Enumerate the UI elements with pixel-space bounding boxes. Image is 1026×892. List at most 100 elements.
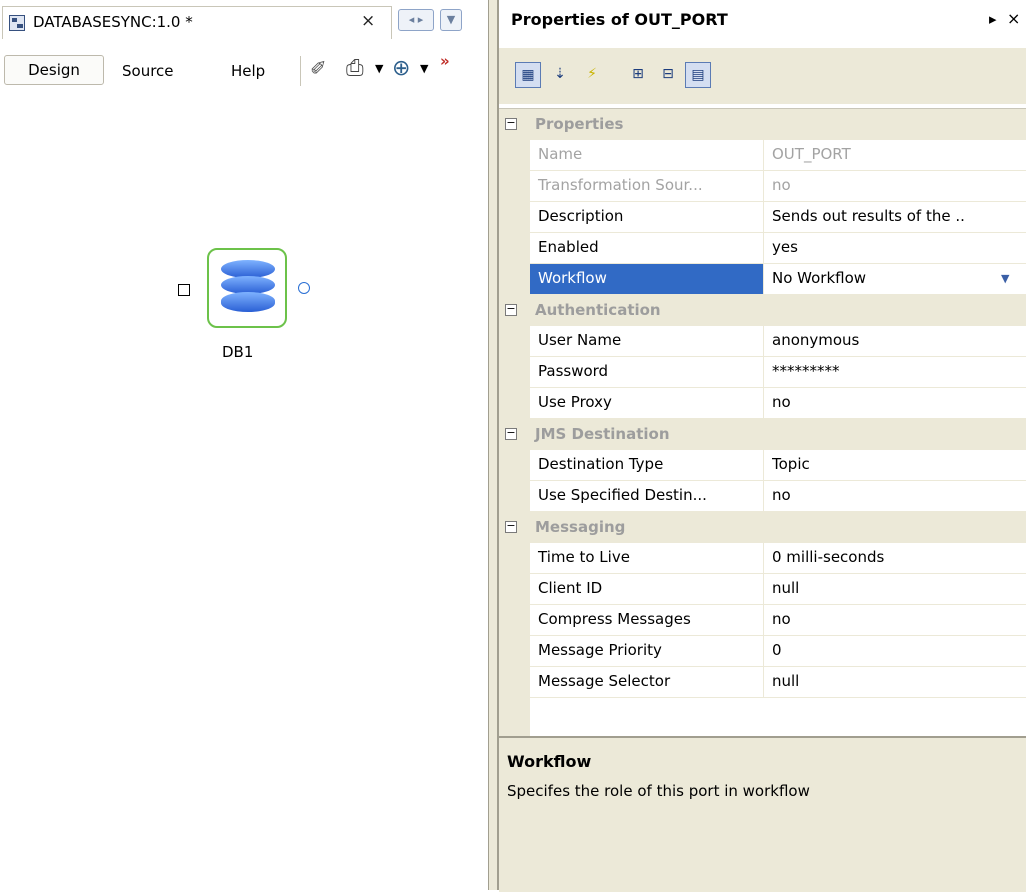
property-row[interactable]: Enabled yes xyxy=(499,233,1026,264)
property-row[interactable]: User Name anonymous xyxy=(499,326,1026,357)
help-tab[interactable]: Help xyxy=(231,62,265,80)
property-name: Client ID xyxy=(538,579,603,597)
property-row[interactable]: Use Specified Destin... no xyxy=(499,481,1026,512)
print-icon[interactable]: ⎙ xyxy=(346,56,364,81)
collapse-all-icon[interactable]: ⊟ xyxy=(655,62,681,88)
editor-pane: DATABASESYNC:1.0 * × ◂ ▸ ▼ Design Source… xyxy=(0,0,488,890)
pencil-icon[interactable]: ✐ xyxy=(310,56,327,80)
property-row[interactable]: Compress Messages no xyxy=(499,605,1026,636)
tab-scroll-arrows[interactable]: ◂ ▸ xyxy=(398,9,434,31)
zoom-in-icon[interactable]: ⊕ xyxy=(392,56,410,81)
expand-all-icon[interactable]: ⊞ xyxy=(625,62,651,88)
properties-toolbar: ▦ ⇣ ⚡ ⊞ ⊟ ▤ xyxy=(499,48,1026,104)
property-value: OUT_PORT xyxy=(772,145,851,163)
category-label: Properties xyxy=(535,115,624,133)
chevron-down-icon[interactable]: ▼ xyxy=(1001,272,1019,288)
category-label: Messaging xyxy=(535,518,626,536)
collapse-icon[interactable]: − xyxy=(505,427,517,440)
property-value[interactable]: Topic xyxy=(772,455,1022,473)
property-grid: − Properties Name OUT_PORT Transformatio… xyxy=(499,108,1026,737)
property-name: Enabled xyxy=(538,238,599,256)
description-text: Specifes the role of this port in workfl… xyxy=(507,782,810,800)
property-value[interactable]: no xyxy=(772,610,1022,628)
database-node[interactable] xyxy=(207,248,287,328)
input-port[interactable] xyxy=(178,284,190,296)
properties-title: Properties of OUT_PORT xyxy=(511,10,728,29)
property-name: Message Selector xyxy=(538,672,671,690)
category-authentication[interactable]: − Authentication xyxy=(499,295,1026,326)
description-title: Workflow xyxy=(507,752,592,771)
property-row[interactable]: Name OUT_PORT xyxy=(499,140,1026,171)
property-value[interactable]: 0 xyxy=(772,641,1022,659)
print-dropdown-icon[interactable]: ▼ xyxy=(375,62,383,75)
close-tab-icon[interactable]: × xyxy=(361,11,375,31)
pane-splitter[interactable] xyxy=(488,0,498,890)
property-value[interactable]: ********* xyxy=(772,362,1022,380)
category-messaging[interactable]: − Messaging xyxy=(499,512,1026,543)
property-name: User Name xyxy=(538,331,622,349)
collapse-icon[interactable]: − xyxy=(505,520,517,533)
category-jms-destination[interactable]: − JMS Destination xyxy=(499,419,1026,450)
editor-tab[interactable]: DATABASESYNC:1.0 * × xyxy=(2,6,392,39)
property-name: Transformation Sour... xyxy=(538,176,703,194)
properties-pane: Properties of OUT_PORT ▸ × ▦ ⇣ ⚡ ⊞ ⊟ ▤ −… xyxy=(498,0,1026,892)
diagram-icon xyxy=(9,15,25,31)
toolbar-separator xyxy=(300,56,301,86)
close-panel-icon[interactable]: × xyxy=(1007,9,1020,28)
property-name: Message Priority xyxy=(538,641,662,659)
zoom-dropdown-icon[interactable]: ▼ xyxy=(420,62,428,75)
property-row[interactable]: Time to Live 0 milli-seconds xyxy=(499,543,1026,574)
design-tab[interactable]: Design xyxy=(4,55,104,85)
property-value[interactable]: null xyxy=(772,579,1022,597)
property-value[interactable]: 0 milli-seconds xyxy=(772,548,1022,566)
properties-titlebar: Properties of OUT_PORT ▸ × xyxy=(499,0,1026,44)
maximize-icon[interactable]: ▸ xyxy=(989,10,997,28)
events-icon[interactable]: ⚡ xyxy=(579,62,605,88)
category-label: Authentication xyxy=(535,301,661,319)
property-value[interactable]: null xyxy=(772,672,1022,690)
editor-tab-bar: DATABASESYNC:1.0 * × ◂ ▸ ▼ xyxy=(0,0,488,44)
property-name: Password xyxy=(538,362,609,380)
categorized-view-icon[interactable]: ▦ xyxy=(515,62,541,88)
category-properties[interactable]: − Properties xyxy=(499,109,1026,140)
property-row-selected[interactable]: Workflow No Workflow ▼ xyxy=(499,264,1026,295)
property-name: Time to Live xyxy=(538,548,630,566)
property-value[interactable]: no xyxy=(772,486,1022,504)
property-row[interactable]: Description Sends out results of the .. xyxy=(499,202,1026,233)
toolbar-overflow-icon[interactable]: » xyxy=(440,52,450,70)
property-row[interactable]: Destination Type Topic xyxy=(499,450,1026,481)
property-name: Workflow xyxy=(538,269,607,287)
property-row[interactable]: Message Priority 0 xyxy=(499,636,1026,667)
property-name: Destination Type xyxy=(538,455,664,473)
output-port[interactable] xyxy=(298,282,310,294)
property-row[interactable]: Client ID null xyxy=(499,574,1026,605)
property-row[interactable]: Use Proxy no xyxy=(499,388,1026,419)
node-label: DB1 xyxy=(222,343,254,361)
property-value[interactable]: Sends out results of the .. xyxy=(772,207,1022,225)
workflow-dropdown[interactable]: No Workflow ▼ xyxy=(764,264,1026,295)
collapse-icon[interactable]: − xyxy=(505,303,517,316)
description-panel: Workflow Specifes the role of this port … xyxy=(499,736,1026,892)
collapse-icon[interactable]: − xyxy=(505,117,517,130)
design-canvas[interactable]: DB1 xyxy=(0,96,488,890)
editor-toolbar: Design Source Help ✐ ⎙ ▼ ⊕ ▼ » xyxy=(0,48,488,94)
property-pages-icon[interactable]: ▤ xyxy=(685,62,711,88)
property-value: no xyxy=(772,176,791,194)
sort-alphabetical-icon[interactable]: ⇣ xyxy=(547,62,573,88)
property-value: No Workflow xyxy=(772,269,867,287)
property-name: Compress Messages xyxy=(538,610,691,628)
property-row[interactable]: Message Selector null xyxy=(499,667,1026,698)
property-name: Use Proxy xyxy=(538,393,612,411)
property-value[interactable]: yes xyxy=(772,238,1022,256)
property-name: Name xyxy=(538,145,583,163)
property-name: Description xyxy=(538,207,624,225)
grid-gutter xyxy=(499,698,530,737)
property-value[interactable]: no xyxy=(772,393,1022,411)
property-name: Use Specified Destin... xyxy=(538,486,707,504)
category-label: JMS Destination xyxy=(535,425,670,443)
property-value[interactable]: anonymous xyxy=(772,331,1022,349)
property-row[interactable]: Password ********* xyxy=(499,357,1026,388)
source-tab[interactable]: Source xyxy=(122,62,174,80)
property-row[interactable]: Transformation Sour... no xyxy=(499,171,1026,202)
tab-list-dropdown-icon[interactable]: ▼ xyxy=(440,9,462,31)
